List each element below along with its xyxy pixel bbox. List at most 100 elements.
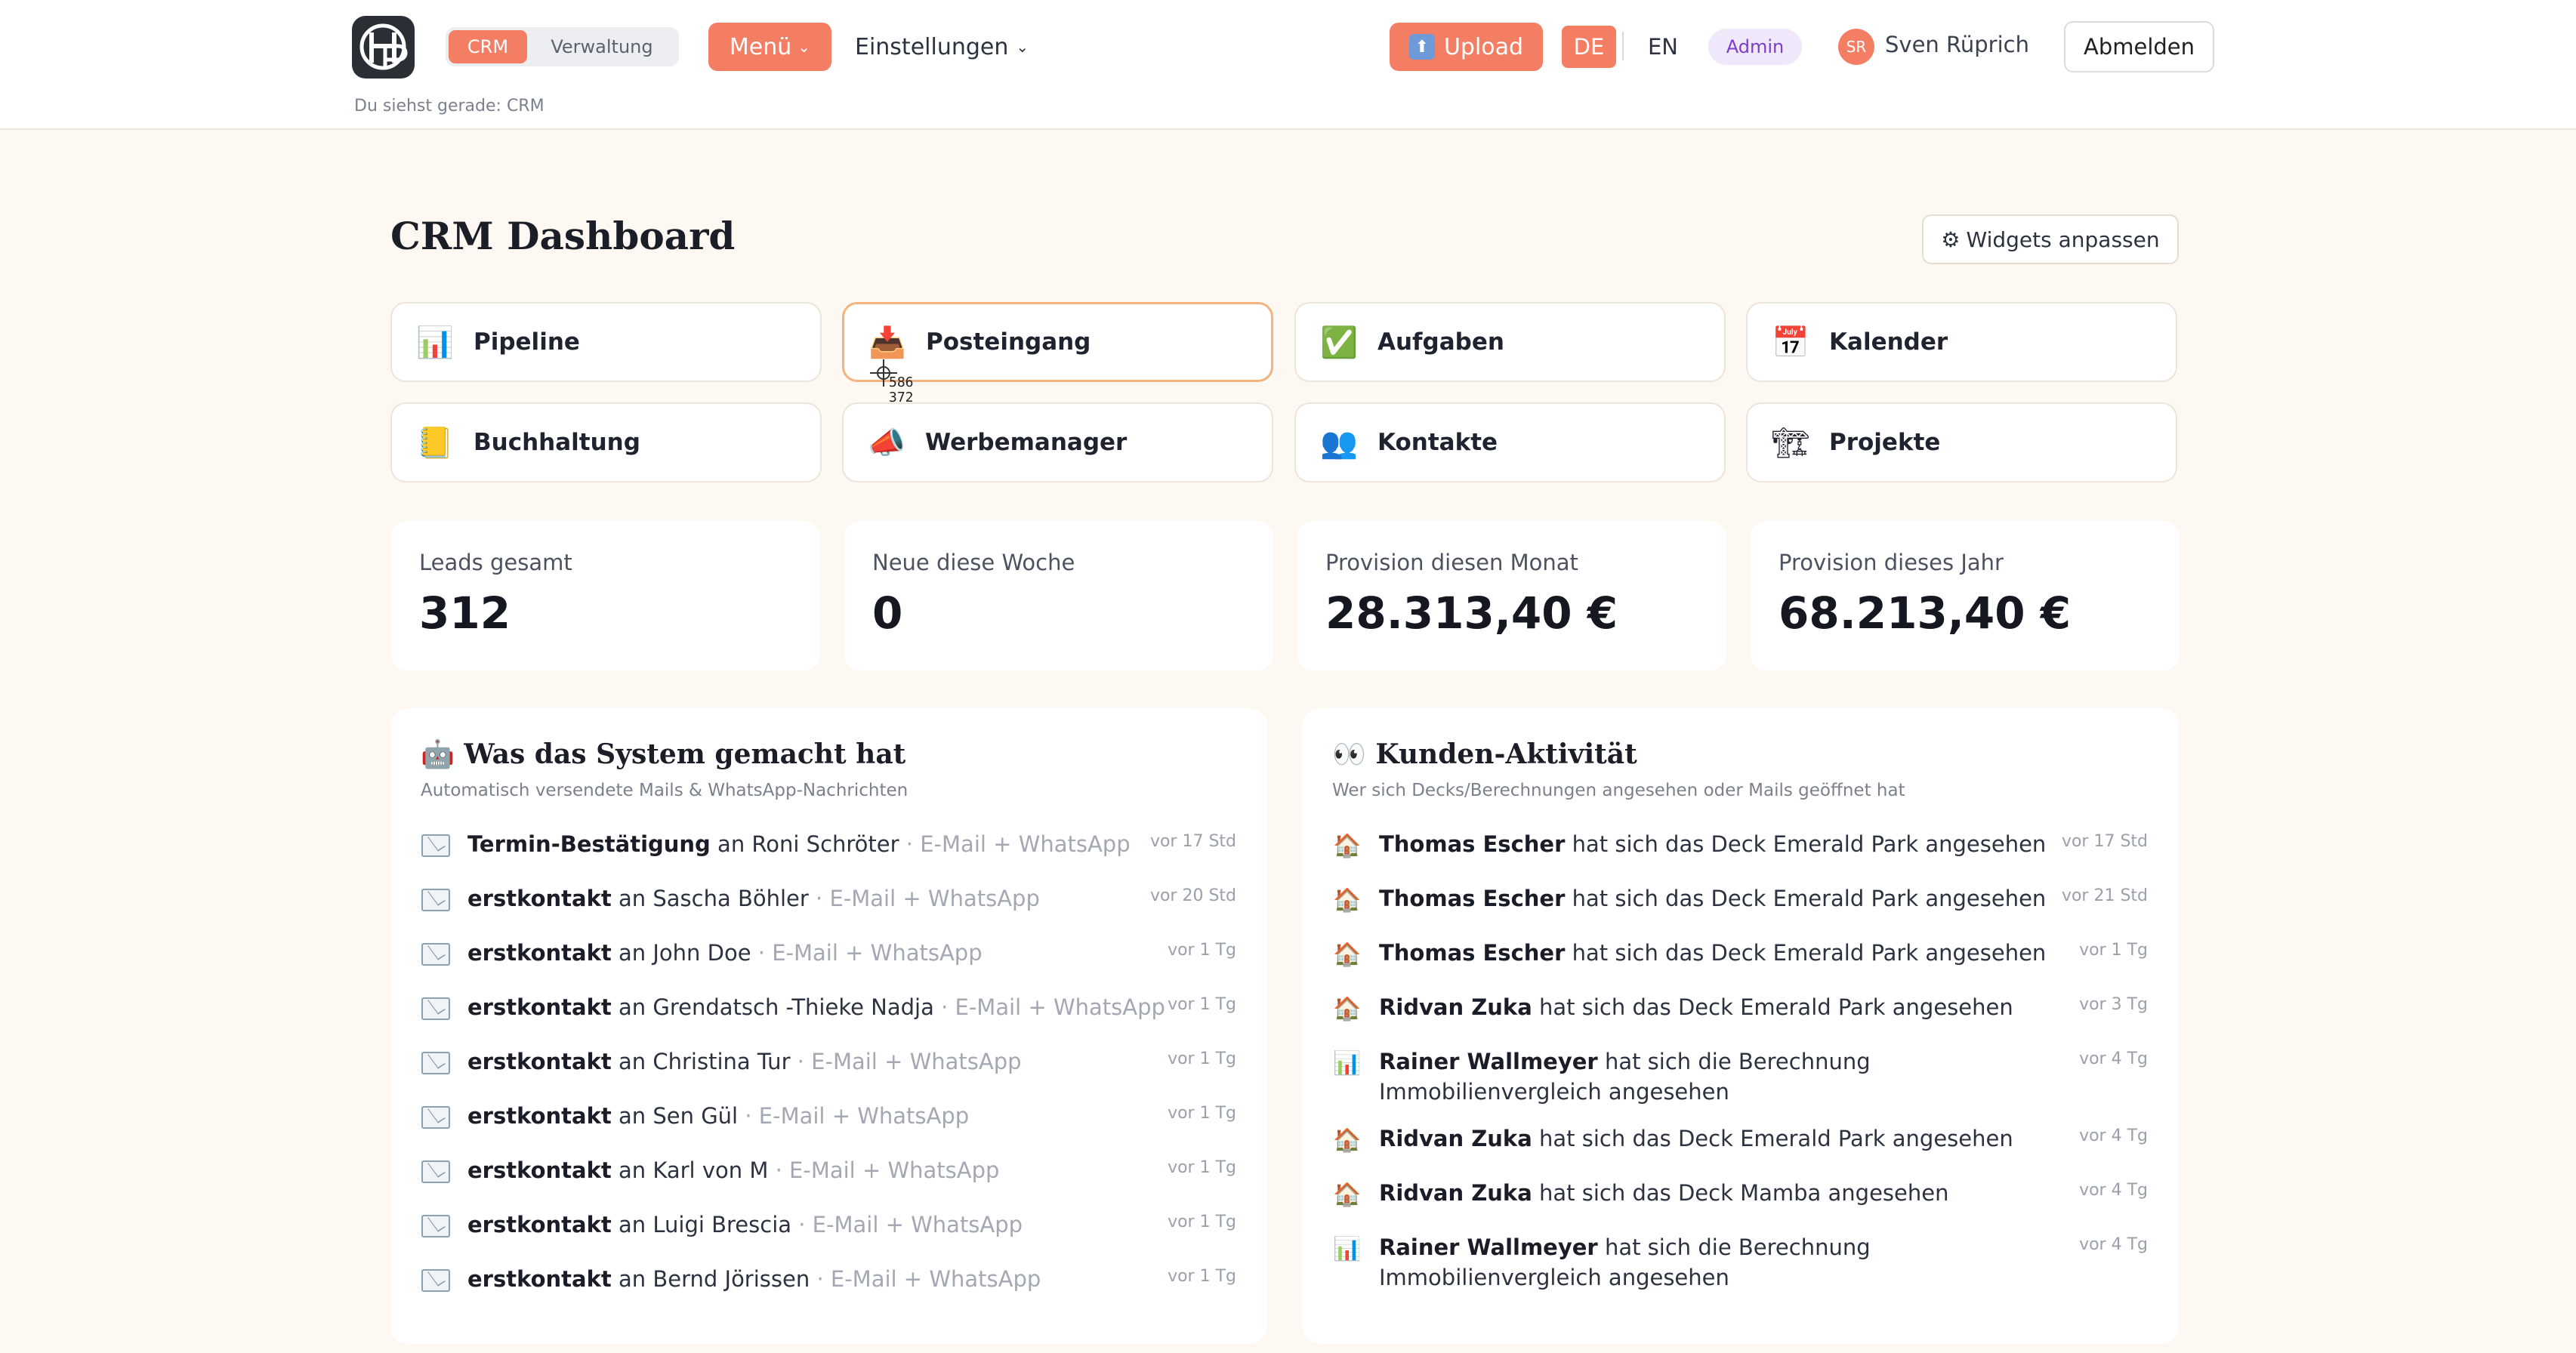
- timestamp: vor 4 Tg: [2079, 1049, 2148, 1068]
- list-item[interactable]: erstkontakt an Luigi Brescia · E-Mail + …: [421, 1210, 1236, 1264]
- feed-text: erstkontakt an Karl von M · E-Mail + Wha…: [467, 1155, 999, 1210]
- tile-aufgaben[interactable]: ✅ Aufgaben: [1294, 302, 1726, 382]
- list-item[interactable]: erstkontakt an Christina Tur · E-Mail + …: [421, 1046, 1236, 1101]
- tile-kontakte[interactable]: 👥 Kontakte: [1294, 402, 1726, 482]
- timestamp: vor 1 Tg: [1168, 941, 1236, 960]
- stat-card-commission-year: Provision dieses Jahr 68.213,40 €: [1750, 521, 2180, 670]
- list-item[interactable]: erstkontakt an Grendatsch -Thieke Nadja …: [421, 992, 1236, 1046]
- timestamp: vor 3 Tg: [2079, 995, 2148, 1014]
- tile-kalender[interactable]: 📅 Kalender: [1746, 302, 2177, 382]
- menu-button[interactable]: Menü ⌄: [708, 23, 831, 71]
- connector: an: [618, 1212, 646, 1237]
- stat-value: 28.313,40 €: [1325, 587, 1618, 639]
- upload-button[interactable]: ⬆ Upload: [1390, 23, 1543, 71]
- list-item[interactable]: 🏠 Thomas Escher hat sich das Deck Emerald…: [1332, 883, 2148, 938]
- tile-label: Werbemanager: [925, 429, 1128, 456]
- feed-text: erstkontakt an Sen Gül · E-Mail + WhatsA…: [467, 1101, 969, 1155]
- activity-text: hat sich das Deck Emerald Park angesehen: [1572, 831, 2047, 857]
- recipient-name: Sen Gül: [652, 1103, 739, 1129]
- cursor-x-readout: 586: [889, 374, 914, 390]
- customer-name: Rainer Wallmeyer: [1379, 1234, 1598, 1260]
- timestamp: vor 21 Std: [2061, 886, 2148, 905]
- mail-icon: [421, 1102, 451, 1133]
- mail-icon: [421, 1211, 451, 1241]
- area-switch-verwaltung[interactable]: Verwaltung: [530, 30, 674, 63]
- list-item[interactable]: erstkontakt an Sen Gül · E-Mail + WhatsA…: [421, 1101, 1236, 1155]
- timestamp: vor 17 Std: [1149, 832, 1236, 851]
- area-switch: CRM Verwaltung: [446, 27, 679, 66]
- channel-text: · E-Mail + WhatsApp: [745, 1103, 970, 1129]
- tile-label: Posteingang: [926, 328, 1091, 356]
- cursor-y-readout: 372: [889, 390, 914, 405]
- recipient-name: Sascha Böhler: [652, 886, 809, 911]
- feed-text: erstkontakt an Grendatsch -Thieke Nadja …: [467, 992, 1165, 1046]
- list-item[interactable]: erstkontakt an Bernd Jörissen · E-Mail +…: [421, 1264, 1236, 1318]
- activity-text: hat sich das Deck Emerald Park angesehen: [1572, 940, 2047, 966]
- list-item[interactable]: 📊 Rainer Wallmeyer hat sich die Berechnun…: [1332, 1046, 2148, 1123]
- contacts-icon: 👥: [1320, 425, 1358, 461]
- house-icon: 🏠: [1333, 1181, 1362, 1208]
- stat-card-leads: Leads gesamt 312: [390, 521, 820, 670]
- feed-text: Ridvan Zuka hat sich das Deck Emerald Pa…: [1379, 1123, 2013, 1178]
- inbox-icon: 📥: [868, 325, 906, 360]
- avatar[interactable]: SR: [1838, 29, 1874, 65]
- tile-posteingang[interactable]: 📥 Posteingang: [842, 302, 1273, 382]
- user-name[interactable]: Sven Rüprich: [1885, 32, 2029, 57]
- tile-pipeline[interactable]: 📊 Pipeline: [390, 302, 822, 382]
- tile-label: Projekte: [1829, 429, 1941, 456]
- list-item[interactable]: 🏠 Ridvan Zuka hat sich das Deck Emerald P…: [1332, 992, 2148, 1046]
- customer-name: Thomas Escher: [1379, 940, 1566, 966]
- list-item[interactable]: 🏠 Ridvan Zuka hat sich das Deck Mamba ang…: [1332, 1178, 2148, 1232]
- channel-text: · E-Mail + WhatsApp: [775, 1157, 1000, 1183]
- timestamp: vor 1 Tg: [2079, 941, 2148, 960]
- feed-text: Ridvan Zuka hat sich das Deck Mamba ange…: [1379, 1178, 1948, 1232]
- feed-text: Rainer Wallmeyer hat sich die Berechnung…: [1379, 1046, 1871, 1123]
- recipient-name: Roni Schröter: [751, 831, 899, 857]
- template-name: erstkontakt: [467, 886, 612, 911]
- list-item[interactable]: 🏠 Thomas Escher hat sich das Deck Emerald…: [1332, 938, 2148, 992]
- mail-icon: [421, 1265, 451, 1296]
- stat-value: 0: [872, 587, 903, 639]
- area-switch-crm[interactable]: CRM: [449, 30, 527, 63]
- activity-text: hat sich das Deck Emerald Park angesehen: [1539, 1126, 2013, 1151]
- list-item[interactable]: 📊 Rainer Wallmeyer hat sich die Berechnun…: [1332, 1232, 2148, 1309]
- mail-icon: [421, 831, 451, 861]
- house-icon: 🏠: [1333, 886, 1362, 914]
- language-en-button[interactable]: EN: [1640, 26, 1686, 68]
- house-icon: 🏠: [1333, 1126, 1362, 1154]
- tile-werbemanager[interactable]: 📣 Werbemanager: [842, 402, 1273, 482]
- customer-name: Thomas Escher: [1379, 831, 1566, 857]
- mail-icon: [421, 994, 451, 1024]
- timestamp: vor 20 Std: [1149, 886, 1236, 905]
- mail-icon: [421, 1048, 451, 1078]
- tile-label: Pipeline: [474, 328, 580, 356]
- logout-button[interactable]: Abmelden: [2064, 21, 2214, 72]
- list-item[interactable]: erstkontakt an Karl von M · E-Mail + Wha…: [421, 1155, 1236, 1210]
- activity-feed-list: 🏠 Thomas Escher hat sich das Deck Emerald…: [1332, 829, 2148, 1309]
- tile-label: Kontakte: [1377, 429, 1498, 456]
- channel-text: · E-Mail + WhatsApp: [798, 1212, 1023, 1237]
- app-logo[interactable]: [352, 16, 415, 79]
- stat-value: 68.213,40 €: [1779, 587, 2072, 639]
- list-item[interactable]: 🏠 Ridvan Zuka hat sich das Deck Emerald P…: [1332, 1123, 2148, 1178]
- house-icon: 🏠: [1333, 832, 1362, 859]
- timestamp: vor 1 Tg: [1168, 1104, 1236, 1123]
- stat-card-commission-month: Provision diesen Monat 28.313,40 €: [1297, 521, 1726, 670]
- tile-projekte[interactable]: 🏗 Projekte: [1746, 402, 2177, 482]
- chevron-down-icon: ⌄: [1016, 38, 1029, 56]
- language-de-button[interactable]: DE: [1562, 26, 1616, 68]
- ledger-icon: 📒: [416, 425, 454, 461]
- customize-widgets-button[interactable]: ⚙ Widgets anpassen: [1922, 214, 2179, 264]
- connector: an: [618, 1103, 646, 1129]
- tile-buchhaltung[interactable]: 📒 Buchhaltung: [390, 402, 822, 482]
- list-item[interactable]: erstkontakt an John Doe · E-Mail + Whats…: [421, 938, 1236, 992]
- list-item[interactable]: erstkontakt an Sascha Böhler · E-Mail + …: [421, 883, 1236, 938]
- list-item[interactable]: Termin-Bestätigung an Roni Schröter · E-…: [421, 829, 1236, 883]
- settings-dropdown[interactable]: Einstellungen ⌄: [855, 23, 1029, 71]
- recipient-name: Grendatsch -Thieke Nadja: [652, 994, 934, 1020]
- channel-text: · E-Mail + WhatsApp: [816, 1266, 1041, 1292]
- timestamp: vor 4 Tg: [2079, 1126, 2148, 1145]
- check-icon: ✅: [1320, 325, 1358, 360]
- list-item[interactable]: 🏠 Thomas Escher hat sich das Deck Emerald…: [1332, 829, 2148, 883]
- recipient-name: John Doe: [652, 940, 751, 966]
